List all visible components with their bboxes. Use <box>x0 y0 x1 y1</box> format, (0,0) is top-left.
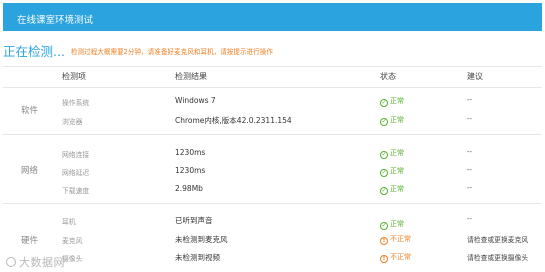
row-result: 2.98Mb <box>175 184 203 193</box>
watermark-logo-icon <box>6 257 16 267</box>
row-advice: -- <box>467 215 472 223</box>
watermark: 大数据网 <box>6 254 65 270</box>
check-circle-icon: ✓ <box>380 187 388 195</box>
row-advice: 请检查或更换摄像头 <box>467 254 529 262</box>
row-advice: -- <box>467 184 472 192</box>
detection-status: 正在检测... 检测过程大概需要2分钟，请准备好麦克风和耳机，请按提示进行操作 <box>3 41 273 59</box>
row-item: 下载速度 <box>62 187 90 195</box>
row-advice: -- <box>467 148 472 156</box>
watermark-text: 大数据网 <box>19 256 65 269</box>
table-row: 下载速度 2.98Mb ✓ 正常 -- <box>3 184 542 199</box>
check-circle-icon: ✓ <box>380 118 388 126</box>
row-status: ✓ 正常 <box>380 116 404 126</box>
table-row: 摄像头 未检测到视频 ! 不正常 请检查或更换摄像头 <box>3 253 542 267</box>
row-result: Windows 7 <box>175 96 216 105</box>
row-advice: -- <box>467 115 472 123</box>
exclamation-circle-icon: ! <box>380 255 388 263</box>
row-item: 网络连接 <box>62 151 90 159</box>
row-advice: 请检查或更换麦克风 <box>467 236 529 244</box>
row-result: 未检测到麦克风 <box>175 235 228 244</box>
check-circle-icon: ✓ <box>380 169 388 177</box>
row-item: 操作系统 <box>62 99 90 107</box>
table-header: 检测项 检测结果 状态 建议 <box>3 66 542 88</box>
row-status: ✓ 正常 <box>380 149 404 159</box>
row-status: ! 不正常 <box>380 234 411 245</box>
row-status: ! 不正常 <box>380 252 411 263</box>
table-row: 网络连接 1230ms ✓ 正常 -- <box>3 148 542 163</box>
exclamation-circle-icon: ! <box>380 237 388 245</box>
row-item: 麦克风 <box>62 237 83 245</box>
detection-note: 检测过程大概需要2分钟，请准备好麦克风和耳机，请按提示进行操作 <box>70 48 273 56</box>
table-row: 网络延迟 1230ms ✓ 正常 -- <box>3 166 542 181</box>
column-header-item: 检测项 <box>62 72 86 81</box>
row-item: 摄像头 <box>62 255 83 263</box>
row-item: 耳机 <box>62 218 76 226</box>
check-circle-icon: ✓ <box>380 222 388 230</box>
column-header-advice: 建议 <box>467 72 483 81</box>
check-circle-icon: ✓ <box>380 151 388 159</box>
row-status: ✓ 正常 <box>380 185 404 195</box>
row-advice: -- <box>467 166 472 174</box>
row-status: ✓ 正常 <box>380 167 404 177</box>
table-row: 麦克风 未检测到麦克风 ! 不正常 请检查或更换麦克风 <box>3 235 542 249</box>
detecting-label: 正在检测... <box>3 44 65 59</box>
row-status: ✓ 正常 <box>380 220 404 230</box>
row-result: 未检测到视频 <box>175 253 220 262</box>
row-advice: -- <box>467 96 472 104</box>
table-row: 操作系统 Windows 7 ✓ 正常 -- <box>3 96 542 111</box>
column-header-result: 检测结果 <box>175 72 207 81</box>
row-item: 网络延迟 <box>62 169 90 177</box>
row-result: 已听到声音 <box>175 216 213 225</box>
row-status: ✓ 正常 <box>380 97 404 107</box>
section-hardware: 硬件 耳机 已听到声音 ✓ 正常 -- 麦克风 未检测到麦克风 ! 不正常 请检查或… <box>3 204 542 272</box>
column-header-status: 状态 <box>380 72 396 81</box>
page-title: 在线课室环境测试 <box>17 15 94 26</box>
row-result: 1230ms <box>175 148 206 157</box>
table-row: 浏览器 Chrome内核,版本42.0.2311.154 ✓ 正常 -- <box>3 115 542 130</box>
table-row: 耳机 已听到声音 ✓ 正常 -- <box>3 215 542 230</box>
title-bar: 在线课室环境测试 <box>3 3 542 31</box>
row-item: 浏览器 <box>62 118 83 126</box>
section-software: 软件 操作系统 Windows 7 ✓ 正常 -- 浏览器 Chrome内核,版本… <box>3 87 542 135</box>
row-result: Chrome内核,版本42.0.2311.154 <box>175 116 292 125</box>
section-network: 网络 网络连接 1230ms ✓ 正常 -- 网络延迟 1230ms ✓ 正常 --… <box>3 135 542 204</box>
row-result: 1230ms <box>175 166 206 175</box>
check-circle-icon: ✓ <box>380 99 388 107</box>
